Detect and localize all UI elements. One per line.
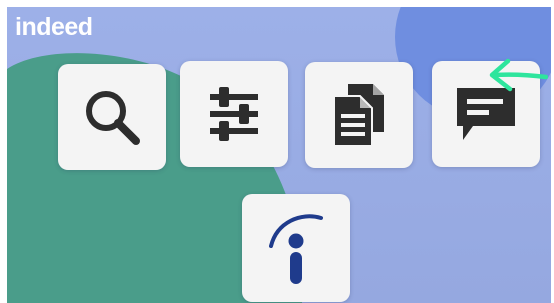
documents-tile[interactable] [305,62,413,168]
sliders-icon [210,87,258,141]
video-frame: indeed [7,7,551,303]
search-icon [86,91,140,145]
indeed-logo-icon [269,214,323,284]
indeed-app-tile[interactable] [242,194,350,302]
documents-icon [333,84,384,147]
search-tile[interactable] [58,64,166,170]
indeed-brand-logo: indeed [15,13,93,41]
filters-tile[interactable] [180,61,288,167]
green-arrow-icon [489,58,548,92]
